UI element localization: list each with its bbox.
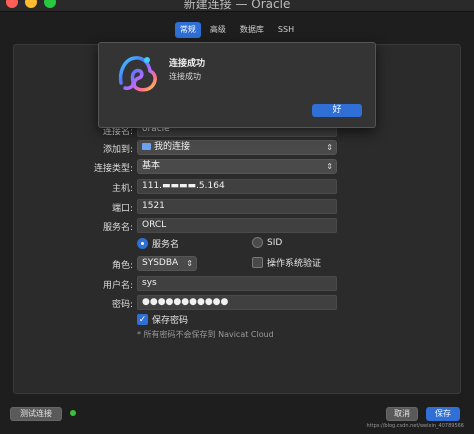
host-label: 主机: xyxy=(111,184,133,194)
username-input[interactable]: sys xyxy=(137,276,337,291)
cancel-button[interactable]: 取消 xyxy=(386,407,418,421)
service-row: 服务名: ORCL xyxy=(0,218,474,234)
radio-sid-indicator[interactable] xyxy=(252,237,263,248)
cloud-note: * 所有密码不会保存到 Navicat Cloud xyxy=(137,330,274,339)
save-password-checkbox[interactable]: ✓ 保存密码 xyxy=(137,313,188,326)
success-dialog: 连接成功 连接成功 好 xyxy=(98,42,376,128)
username-label: 用户名: xyxy=(102,281,133,291)
os-auth-label: 操作系统验证 xyxy=(267,259,322,269)
conn-type-label: 连接类型: xyxy=(93,164,133,174)
radio-sid-label: SID xyxy=(267,237,283,248)
tab-advanced[interactable]: 高级 xyxy=(205,22,231,38)
service-input[interactable]: ORCL xyxy=(137,218,337,233)
os-auth-box[interactable] xyxy=(252,257,263,268)
add-to-value: 我的连接 xyxy=(154,142,191,152)
role-value: SYSDBA xyxy=(142,258,179,268)
save-button[interactable]: 保存 xyxy=(426,407,460,421)
chevron-updown-icon: ⇕ xyxy=(186,259,193,268)
checkmark-icon[interactable]: ✓ xyxy=(137,314,148,325)
radio-sid[interactable]: SID xyxy=(252,237,282,248)
conn-type-select[interactable]: 基本 ⇕ xyxy=(137,159,337,174)
chevron-updown-icon: ⇕ xyxy=(326,143,333,152)
window-title: 新建连接 — Oracle xyxy=(183,0,291,11)
navicat-logo-icon xyxy=(118,56,157,92)
dialog-message: 连接成功 xyxy=(169,72,201,81)
port-label: 端口: xyxy=(111,204,133,214)
test-connection-button[interactable]: 测试连接 xyxy=(10,407,62,421)
port-input[interactable]: 1521 xyxy=(137,199,337,214)
add-to-select[interactable]: 我的连接 ⇕ xyxy=(137,140,337,155)
service-type-row: 服务名 SID xyxy=(0,237,474,253)
watermark-text: https://blog.csdn.net/weixin_40789566 xyxy=(366,423,464,429)
tab-databases[interactable]: 数据库 xyxy=(235,22,269,38)
dialog-title: 连接成功 xyxy=(169,59,206,69)
radio-service-name-label: 服务名 xyxy=(152,240,180,250)
tab-ssh[interactable]: SSH xyxy=(273,22,299,38)
tab-general[interactable]: 常规 xyxy=(174,22,201,38)
ok-button[interactable]: 好 xyxy=(312,104,362,117)
password-row: 密码: ●●●●●●●●●●● xyxy=(0,295,474,311)
role-select[interactable]: SYSDBA ⇕ xyxy=(137,256,197,271)
conn-type-row: 连接类型: 基本 ⇕ xyxy=(0,159,474,175)
add-to-row: 添加到: 我的连接 ⇕ xyxy=(0,140,474,156)
role-label: 角色: xyxy=(111,261,133,271)
tab-bar: 常规 高级 数据库 SSH xyxy=(0,22,474,38)
save-password-row: ✓ 保存密码 xyxy=(0,313,474,329)
service-label: 服务名: xyxy=(102,223,133,233)
role-row: 角色: SYSDBA ⇕ 操作系统验证 xyxy=(0,256,474,272)
password-label: 密码: xyxy=(111,300,133,310)
connection-status-indicator xyxy=(70,410,76,416)
add-to-label: 添加到: xyxy=(102,145,133,155)
conn-type-value: 基本 xyxy=(142,161,161,171)
save-password-label: 保存密码 xyxy=(152,316,189,326)
radio-service-name-indicator[interactable] xyxy=(137,238,148,249)
title-bar: 新建连接 — Oracle xyxy=(0,0,474,12)
username-row: 用户名: sys xyxy=(0,276,474,292)
chevron-updown-icon: ⇕ xyxy=(326,162,333,171)
host-row: 主机: 111.▬▬▬▬.5.164 xyxy=(0,179,474,195)
folder-icon xyxy=(142,143,151,150)
password-input[interactable]: ●●●●●●●●●●● xyxy=(137,295,337,310)
host-input[interactable]: 111.▬▬▬▬.5.164 xyxy=(137,179,337,194)
radio-service-name[interactable]: 服务名 xyxy=(137,237,179,250)
os-auth-checkbox[interactable]: 操作系统验证 xyxy=(252,256,321,269)
port-row: 端口: 1521 xyxy=(0,199,474,215)
